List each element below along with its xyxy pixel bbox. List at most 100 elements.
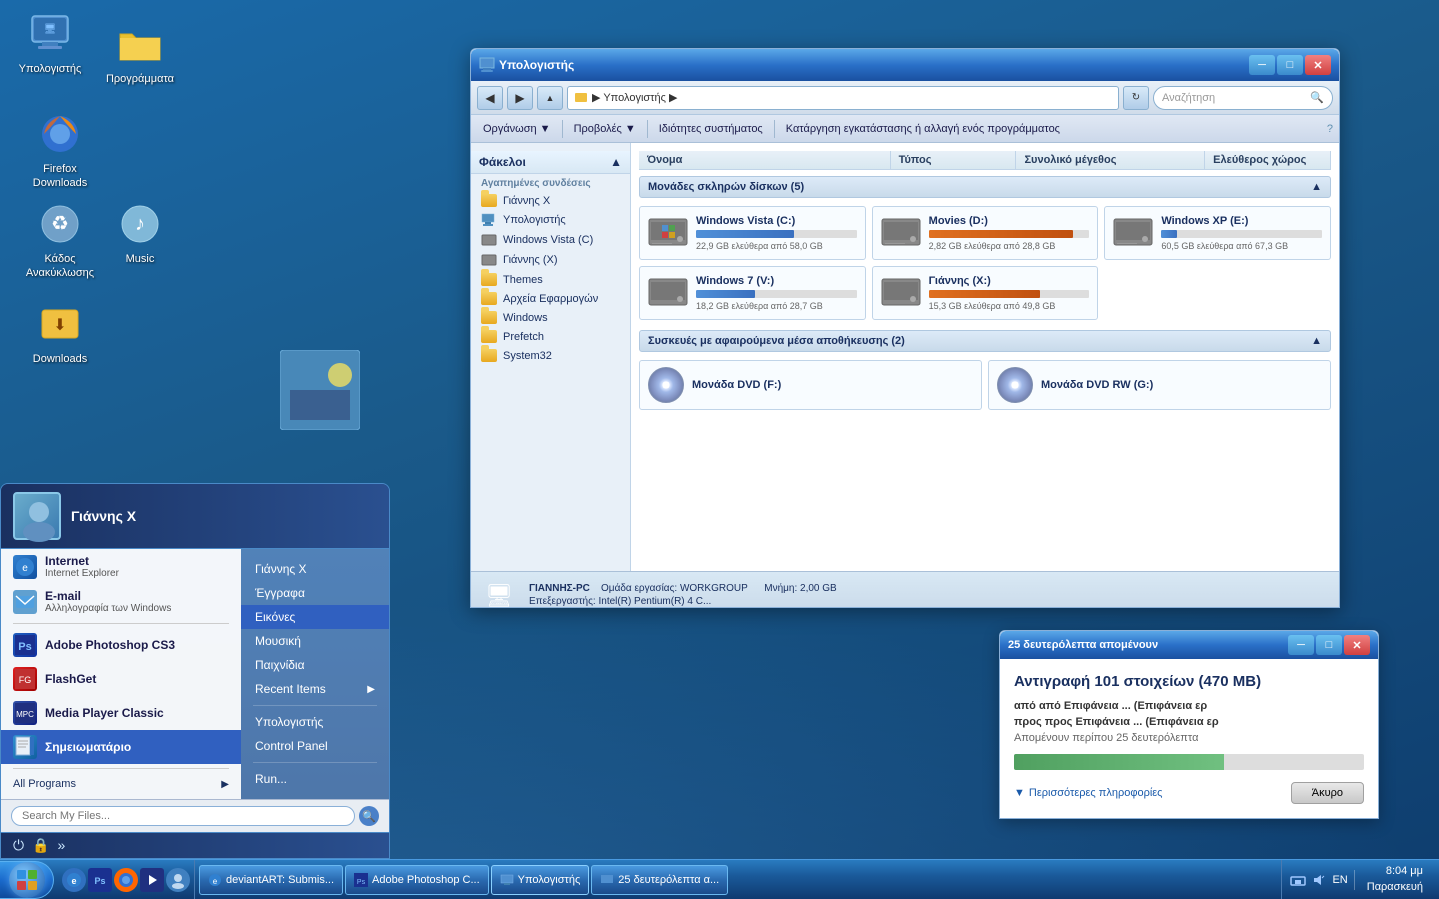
sm-right-computer[interactable]: Υπολογιστής [241,710,389,734]
copy-minimize-button[interactable]: ─ [1288,635,1314,655]
sidebar-item-computer[interactable]: Υπολογιστής [471,210,630,230]
properties-button[interactable]: Ιδιότητες συστήματος [653,121,769,137]
refresh-button[interactable]: ↻ [1123,86,1149,110]
search-button[interactable]: 🔍 [359,806,379,826]
dvd-item-f[interactable]: Μονάδα DVD (F:) [639,360,982,410]
close-button[interactable]: ✕ [1305,55,1331,75]
start-button[interactable] [0,861,54,899]
taskbar-task-explorer[interactable]: Υπολογιστής [491,865,590,895]
power-icon[interactable]: ⏻ [13,837,24,854]
sidebar-item-prefetch[interactable]: Prefetch [471,327,630,346]
back-button[interactable]: ◀ [477,86,503,110]
minimize-button[interactable]: ─ [1249,55,1275,75]
cancel-button[interactable]: Άκυρο [1291,782,1364,804]
taskbar-clock[interactable]: 8:04 μμ Παρασκευή [1359,864,1431,895]
sm-right-images[interactable]: Εικόνες [241,605,389,629]
sidebar-item-system32[interactable]: System32 [471,346,630,365]
sm-right-recent[interactable]: Recent Items ▶ [241,677,389,701]
search-input[interactable] [11,806,355,826]
drive-name-x: Γιάννης (X:) [929,275,1090,287]
folders-toggle[interactable]: ▲ [610,155,622,169]
sm-right-giannhs[interactable]: Γιάννης X [241,557,389,581]
taskbar-task-deviantart[interactable]: e deviantART: Submis... [199,865,343,895]
sm-right-giannhs-label: Γιάννης X [255,562,307,576]
drive-name-v: Windows 7 (V:) [696,275,857,287]
organize-button[interactable]: Οργάνωση ▼ [477,121,557,137]
window-controls: ─ □ ✕ [1249,55,1331,75]
tray-volume-icon[interactable] [1310,872,1326,888]
address-bar[interactable]: ▶ Υπολογιστής ▶ [567,86,1119,110]
sidebar-item-vista[interactable]: Windows Vista (C) [471,230,630,250]
hard-drives-toggle[interactable]: ▲ [1311,181,1322,193]
sm-right-music[interactable]: Μουσική [241,629,389,653]
all-programs-btn[interactable]: All Programs ▶ [1,773,241,795]
col-free[interactable]: Ελεύθερος χώρος [1205,151,1331,169]
desktop-icon-recycle[interactable]: ♻ ΚάδοςΑνακύκλωσης [20,200,100,281]
email-icon [13,590,37,614]
taskbar-task-copy[interactable]: 25 δευτερόλεπτα α... [591,865,728,895]
sm-right-games[interactable]: Παιχνίδια [241,653,389,677]
desktop-icon-downloads[interactable]: ⬇ Downloads [20,300,100,366]
tray-language-indicator[interactable]: EN [1330,872,1349,888]
sm-right-control[interactable]: Control Panel [241,734,389,758]
sm-item-flashget[interactable]: FG FlashGet [1,662,241,696]
taskbar-users-icon[interactable] [166,868,190,892]
uninstall-button[interactable]: Κατάργηση εγκατάστασης ή αλλαγή ενός προ… [780,121,1066,137]
sm-item-photoshop[interactable]: Ps Adobe Photoshop CS3 [1,628,241,662]
taskbar-task-photoshop[interactable]: Ps Adobe Photoshop C... [345,865,489,895]
views-button[interactable]: Προβολές ▼ [568,121,642,137]
copy-close-button[interactable]: ✕ [1344,635,1370,655]
copy-task-label: 25 δευτερόλεπτα α... [618,874,719,886]
user-avatar [13,492,61,540]
col-type[interactable]: Τύπος [891,151,1017,169]
favorites-title: Αγαπημένες συνδέσεις [471,174,630,191]
sidebar-item-apps[interactable]: Αρχεία Εφαρμογών [471,289,630,308]
drive-item-x[interactable]: Γιάννης (X:) 15,3 GB ελεύθερα από 49,8 G… [872,266,1099,320]
copy-dialog-title: 25 δευτερόλεπτα απομένουν [1008,639,1288,651]
desktop-icon-computer[interactable]: 🖥 Υπολογιστής [10,10,90,76]
desktop-icon-music[interactable]: ♪ Music [100,200,180,266]
col-total[interactable]: Συνολικό μέγεθος [1016,151,1205,169]
desktop-icon-firefox[interactable]: FirefoxDownloads [20,110,100,191]
sm-item-mpc[interactable]: MPC Media Player Classic [1,696,241,730]
drive-icon-e [1113,213,1153,253]
drive-bar-container-c [696,230,857,238]
maximize-button[interactable]: □ [1277,55,1303,75]
expand-icon[interactable]: » [58,837,66,854]
explorer-main: Όνομα Τύπος Συνολικό μέγεθος Ελεύθερος χ… [631,143,1339,571]
drive-item-e[interactable]: Windows XP (E:) 60,5 GB ελεύθερα από 67,… [1104,206,1331,260]
taskbar-ie-icon[interactable]: e [62,868,86,892]
more-info-button[interactable]: ▼ Περισσότερες πληροφορίες [1014,787,1163,799]
sm-right-run[interactable]: Run... [241,767,389,791]
taskbar-firefox-icon[interactable] [114,868,138,892]
taskbar-ps-icon[interactable]: Ps [88,868,112,892]
sm-item-internet[interactable]: e Internet Internet Explorer [1,549,241,584]
drive-item-d[interactable]: Movies (D:) 2,82 GB ελεύθερα από 28,8 GB [872,206,1099,260]
dvd-item-g[interactable]: Μονάδα DVD RW (G:) [988,360,1331,410]
sidebar-label-5: Αρχεία Εφαρμογών [503,293,598,305]
removable-toggle[interactable]: ▲ [1311,335,1322,347]
status-computer: ΓΙΑΝΝΗΣ-PC Ομάδα εργασίας: WORKGROUP Μνή… [529,583,837,594]
drive-item-v[interactable]: Windows 7 (V:) 18,2 GB ελεύθερα από 28,7… [639,266,866,320]
tray-network-icon[interactable] [1290,872,1306,888]
sidebar-item-themes[interactable]: Themes [471,270,630,289]
sidebar-label-7: Prefetch [503,331,544,343]
sidebar-folder-icon-8 [481,349,497,362]
forward-button[interactable]: ▶ [507,86,533,110]
taskbar-media-icon[interactable] [140,868,164,892]
sidebar-item-giannhsx[interactable]: Γιάννης (X) [471,250,630,270]
up-button[interactable]: ▲ [537,86,563,110]
sm-item-email[interactable]: E-mail Αλληλογραφία των Windows [1,584,241,619]
help-icon[interactable]: ? [1327,123,1333,135]
copy-maximize-button[interactable]: □ [1316,635,1342,655]
sidebar-item-windows[interactable]: Windows [471,308,630,327]
sm-item-notepad[interactable]: Σημειωματάριο [1,730,241,764]
col-name[interactable]: Όνομα [639,151,891,169]
sm-right-documents[interactable]: Έγγραφα [241,581,389,605]
desktop-icon-folder[interactable]: Προγράμματα [100,20,180,86]
drive-item-c[interactable]: Windows Vista (C:) 22,9 GB ελεύθερα από … [639,206,866,260]
lock-icon[interactable]: 🔒 [32,837,49,854]
folder-icon [116,20,164,68]
sidebar-item-giannhs[interactable]: Γιάννης X [471,191,630,210]
search-bar[interactable]: Αναζήτηση 🔍 [1153,86,1333,110]
